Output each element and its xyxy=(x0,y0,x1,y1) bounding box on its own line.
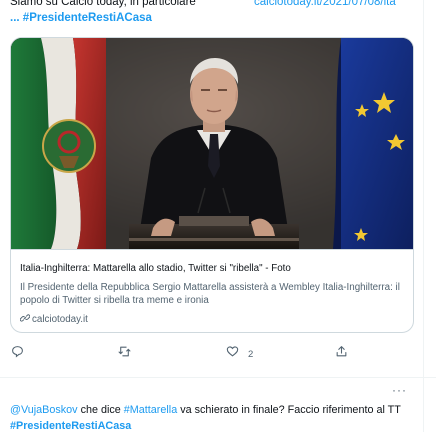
card-domain: calciotoday.it xyxy=(19,313,88,326)
previous-tweet: Siamo su Calcio today, in particolare ca… xyxy=(0,0,436,36)
previous-tweet-hashtag-line: ... #PresidenteRestiACasa xyxy=(10,12,152,24)
hashtag-bold-link[interactable]: #PresidenteRestiACasa xyxy=(10,420,131,432)
heart-icon xyxy=(226,345,239,363)
like-button[interactable]: 2 xyxy=(226,344,253,364)
hashtag-link[interactable]: #PresidenteRestiACasa xyxy=(23,12,152,24)
card-title: Italia-Inghilterra: Mattarella allo stad… xyxy=(20,263,291,274)
card-domain-text: calciotoday.it xyxy=(32,314,88,325)
tweet-divider xyxy=(0,377,436,378)
card-text-area[interactable]: Italia-Inghilterra: Mattarella allo stad… xyxy=(11,249,413,332)
reply-button[interactable] xyxy=(11,344,24,364)
tweet-actions: 2 xyxy=(0,344,436,366)
reply-tweet-text: @VujaBoskov che dice #Mattarella va schi… xyxy=(10,402,430,432)
reply-text-a: che dice xyxy=(77,404,124,416)
previous-tweet-link[interactable]: calciotoday.it/2021/07/08/ita xyxy=(254,0,396,8)
more-options-icon[interactable]: ··· xyxy=(392,383,407,397)
share-button[interactable] xyxy=(335,344,348,364)
timeline-right-border xyxy=(423,0,424,432)
reply-text-b: va schierato in finale? Faccio riferimen… xyxy=(177,404,401,416)
card-photo xyxy=(11,38,413,249)
card-image[interactable] xyxy=(11,38,413,249)
share-icon xyxy=(335,345,348,363)
link-icon xyxy=(19,313,31,326)
card-description: Il Presidente della Repubblica Sergio Ma… xyxy=(20,282,400,306)
mention-link[interactable]: @VujaBoskov xyxy=(10,404,78,416)
ellipsis: ... xyxy=(10,12,20,24)
reply-icon xyxy=(11,345,24,363)
like-count: 2 xyxy=(248,348,254,360)
link-preview-card[interactable]: Italia-Inghilterra: Mattarella allo stad… xyxy=(10,37,414,333)
hashtag-inline-link[interactable]: #Mattarella xyxy=(124,404,177,416)
previous-tweet-text: Siamo su Calcio today, in particolare xyxy=(10,0,196,8)
retweet-button[interactable] xyxy=(118,344,131,364)
retweet-icon xyxy=(118,345,131,363)
